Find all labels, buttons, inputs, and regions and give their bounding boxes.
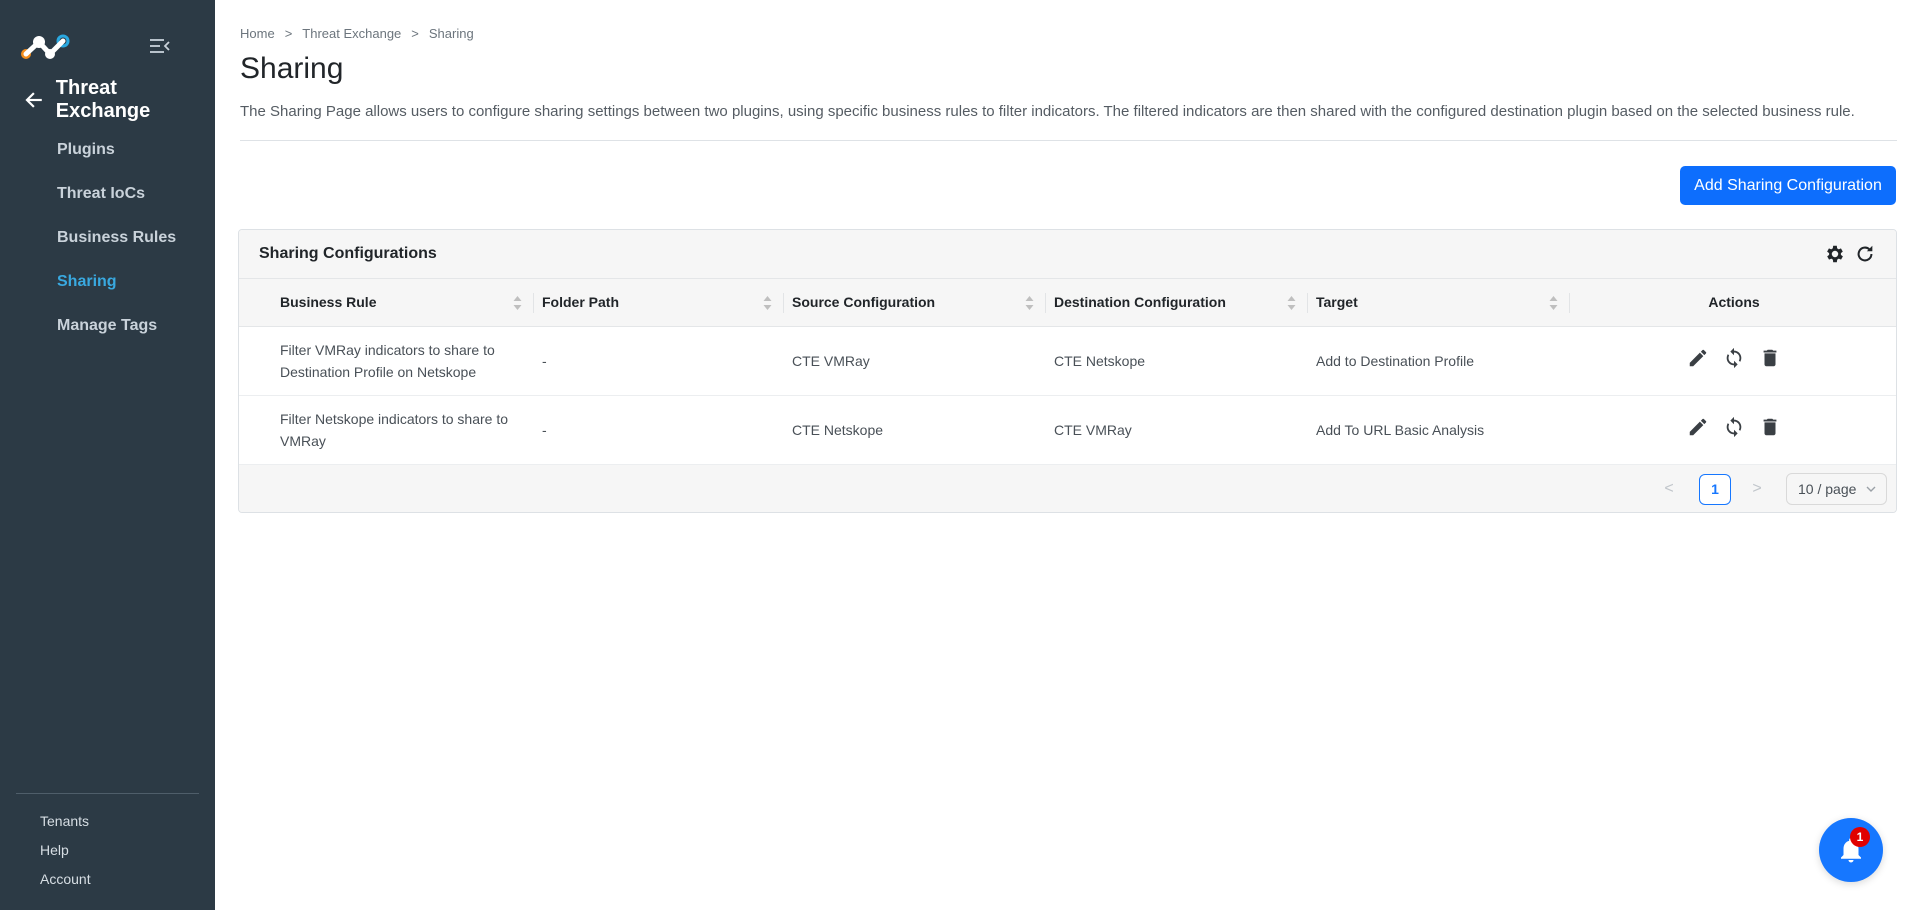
- breadcrumb-threat-exchange[interactable]: Threat Exchange: [302, 26, 401, 41]
- header-label: Destination Configuration: [1054, 294, 1226, 311]
- breadcrumb: Home > Threat Exchange > Sharing: [240, 26, 474, 41]
- table-header-row: Business Rule Folder Path Source Configu…: [239, 279, 1896, 327]
- sidebar: Threat Exchange Plugins Threat IoCs Busi…: [0, 0, 215, 910]
- header-business-rule[interactable]: Business Rule: [272, 279, 534, 327]
- page-title: Sharing: [240, 52, 344, 85]
- header-label: Folder Path: [542, 294, 620, 311]
- module-title: Threat Exchange: [55, 77, 151, 122]
- sidebar-item-threat-iocs[interactable]: Threat IoCs: [0, 172, 215, 216]
- sort-icon[interactable]: [1549, 295, 1558, 311]
- row-spacer: [239, 395, 272, 465]
- arrow-left-icon: [25, 92, 42, 108]
- cell-destination: CTE VMRay: [1046, 395, 1308, 465]
- sidebar-item-sharing[interactable]: Sharing: [0, 260, 215, 304]
- header-label: Actions: [1708, 294, 1760, 311]
- cell-target: Add To URL Basic Analysis: [1308, 395, 1570, 465]
- cell-actions: [1570, 326, 1896, 396]
- breadcrumb-separator: >: [411, 26, 419, 41]
- page-size-value: 10 / page: [1798, 480, 1857, 497]
- netskope-logo[interactable]: [20, 32, 72, 62]
- sort-icon[interactable]: [1287, 295, 1296, 311]
- header-source-configuration[interactable]: Source Configuration: [784, 279, 1046, 327]
- add-sharing-configuration-button[interactable]: Add Sharing Configuration: [1680, 166, 1896, 205]
- header-label: Source Configuration: [792, 294, 936, 311]
- sharing-configurations-card: Sharing Configurations Business Rule Fol…: [238, 229, 1897, 513]
- card-title: Sharing Configurations: [259, 245, 437, 262]
- refresh-icon[interactable]: [1854, 243, 1876, 265]
- pagination-page-1[interactable]: 1: [1699, 473, 1731, 505]
- table-row: Filter Netskope indicators to share to V…: [239, 395, 1896, 465]
- delete-icon[interactable]: [1759, 347, 1781, 369]
- sidebar-item-help[interactable]: Help: [0, 836, 215, 865]
- breadcrumb-sharing: Sharing: [428, 26, 474, 41]
- edit-icon[interactable]: [1687, 416, 1709, 438]
- notification-count-badge: 1: [1850, 827, 1870, 847]
- cell-folder-path: -: [534, 395, 784, 465]
- cell-destination: CTE Netskope: [1046, 326, 1308, 396]
- header-target[interactable]: Target: [1308, 279, 1570, 327]
- cell-folder-path: -: [534, 326, 784, 396]
- sidebar-item-account[interactable]: Account: [0, 865, 215, 894]
- cell-business-rule: Filter VMRay indicators to share to Dest…: [272, 326, 534, 396]
- sort-icon[interactable]: [513, 295, 522, 311]
- sidebar-item-business-rules[interactable]: Business Rules: [0, 216, 215, 260]
- breadcrumb-separator: >: [284, 26, 293, 41]
- header-label: Business Rule: [280, 294, 377, 311]
- collapse-menu-icon[interactable]: [149, 36, 171, 56]
- header-folder-path[interactable]: Folder Path: [534, 279, 784, 327]
- sort-icon[interactable]: [763, 295, 772, 311]
- header-divider: [240, 140, 1897, 141]
- edit-icon[interactable]: [1687, 347, 1709, 369]
- row-spacer: [239, 326, 272, 396]
- pagination-prev-button[interactable]: <: [1659, 479, 1679, 499]
- sidebar-nav: Plugins Threat IoCs Business Rules Shari…: [0, 128, 215, 348]
- card-tools: [1824, 243, 1876, 265]
- sync-icon[interactable]: [1723, 416, 1745, 438]
- sidebar-item-plugins[interactable]: Plugins: [0, 128, 215, 172]
- cell-target: Add to Destination Profile: [1308, 326, 1570, 396]
- cell-business-rule: Filter Netskope indicators to share to V…: [272, 395, 534, 465]
- header-actions: Actions: [1570, 279, 1896, 327]
- page-size-select[interactable]: 10 / page: [1786, 472, 1887, 505]
- chevron-down-icon: [1866, 486, 1876, 492]
- sidebar-divider: [16, 793, 199, 794]
- gear-icon[interactable]: [1824, 243, 1846, 265]
- header-spacer: [239, 279, 272, 327]
- table-row: Filter VMRay indicators to share to Dest…: [239, 326, 1896, 396]
- sync-icon[interactable]: [1723, 347, 1745, 369]
- sidebar-footer-nav: Tenants Help Account: [0, 807, 215, 894]
- notifications-button[interactable]: [1819, 818, 1883, 882]
- cell-actions: [1570, 395, 1896, 465]
- pagination: < 1 > 10 / page: [239, 464, 1896, 512]
- card-header: Sharing Configurations: [239, 230, 1896, 279]
- header-label: Target: [1316, 294, 1358, 311]
- sidebar-item-manage-tags[interactable]: Manage Tags: [0, 304, 215, 348]
- module-back-link[interactable]: Threat Exchange: [24, 77, 215, 122]
- cell-source: CTE VMRay: [784, 326, 1046, 396]
- main-content: Home > Threat Exchange > Sharing Sharing…: [215, 0, 1919, 910]
- sort-icon[interactable]: [1025, 295, 1034, 311]
- pagination-next-button[interactable]: >: [1747, 479, 1767, 499]
- sharing-configurations-table: Business Rule Folder Path Source Configu…: [239, 279, 1896, 465]
- delete-icon[interactable]: [1759, 416, 1781, 438]
- sidebar-item-tenants[interactable]: Tenants: [0, 807, 215, 836]
- page-description: The Sharing Page allows users to configu…: [240, 103, 1855, 120]
- header-destination-configuration[interactable]: Destination Configuration: [1046, 279, 1308, 327]
- breadcrumb-home[interactable]: Home: [240, 26, 275, 41]
- cell-source: CTE Netskope: [784, 395, 1046, 465]
